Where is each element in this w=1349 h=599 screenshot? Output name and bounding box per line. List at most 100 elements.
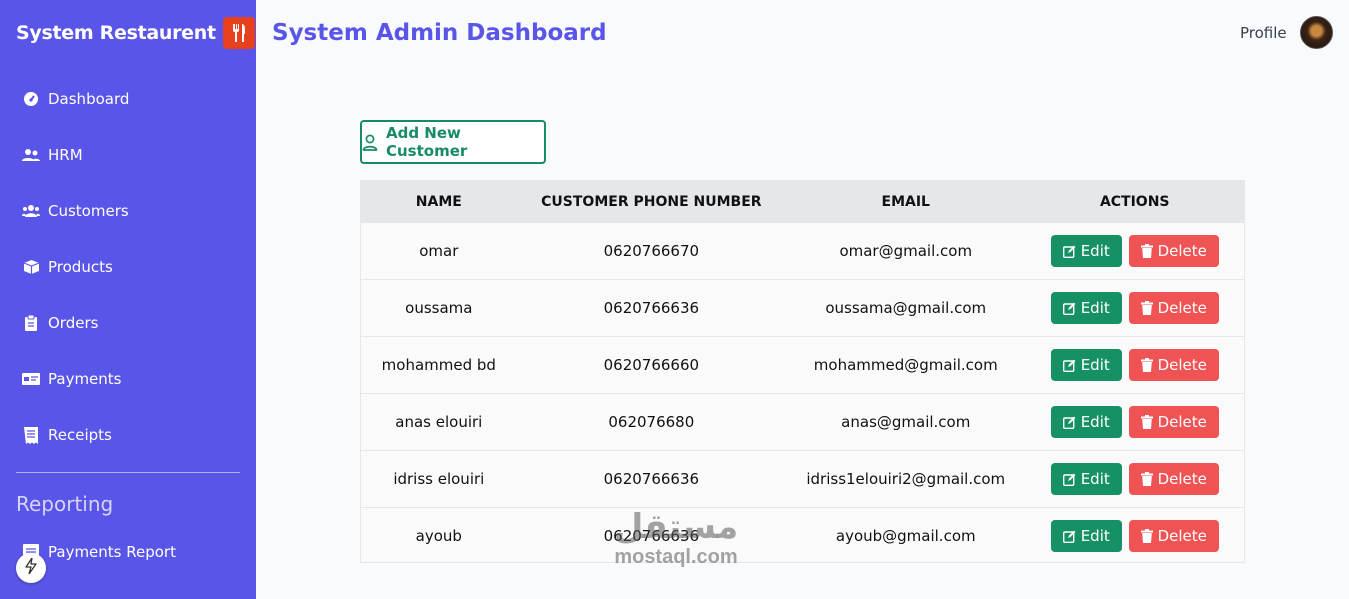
trash-icon [1140,529,1153,543]
row-actions: Edit Delete [1025,463,1244,495]
delete-label: Delete [1157,299,1207,317]
sidebar-item-products[interactable]: Products [22,258,113,276]
table-row: anas elouiri 062076680 anas@gmail.com Ed… [361,393,1244,450]
column-header-actions: ACTIONS [1099,193,1170,210]
sidebar-item-payments[interactable]: Payments [22,370,121,388]
brand[interactable]: System Restaurent [16,17,255,49]
edit-button[interactable]: Edit [1050,349,1122,381]
sidebar-item-label: Payments Report [48,543,176,561]
column-header-phone: CUSTOMER PHONE NUMBER [541,193,762,210]
receipt-icon [22,426,40,444]
customer-email: idriss1elouiri2@gmail.com [806,470,1006,488]
sidebar-section-title: Reporting [16,492,114,516]
trash-icon [1140,472,1153,486]
trash-icon [1140,415,1153,429]
edit-icon [1062,302,1076,315]
clipboard-icon [22,314,40,332]
sidebar-item-label: HRM [48,146,83,164]
table-row: oussama 0620766636 oussama@gmail.com Edi… [361,279,1244,336]
brand-name: System Restaurent [16,22,216,44]
row-actions: Edit Delete [1025,520,1244,552]
sidebar-item-label: Customers [48,202,129,220]
customer-phone: 0620766670 [603,242,700,260]
row-actions: Edit Delete [1025,292,1244,324]
watermark: مستقل mostaql.com [596,508,756,568]
sidebar-item-payments-report[interactable]: Payments Report [22,543,176,561]
sidebar-item-receipts[interactable]: Receipts [22,426,112,444]
delete-button[interactable]: Delete [1128,406,1219,438]
edit-button[interactable]: Edit [1050,406,1122,438]
customer-name: idriss elouiri [393,470,485,488]
customer-email: oussama@gmail.com [825,299,987,317]
watermark-arabic: مستقل [613,507,739,547]
customer-phone: 062076680 [608,413,695,431]
utensils-icon [222,17,255,49]
trash-icon [1140,301,1153,315]
row-actions: Edit Delete [1025,406,1244,438]
delete-button[interactable]: Delete [1128,463,1219,495]
edit-icon [1062,530,1076,543]
delete-label: Delete [1157,527,1207,545]
delete-label: Delete [1157,242,1207,260]
customer-name: omar [419,242,459,260]
profile-link[interactable]: Profile [1240,24,1287,42]
delete-button[interactable]: Delete [1128,349,1219,381]
edit-label: Edit [1080,470,1110,488]
customer-name: mohammed bd [381,356,496,374]
column-header-name: NAME [415,193,462,210]
customer-email: ayoub@gmail.com [835,527,976,545]
sidebar-item-label: Dashboard [48,90,130,108]
edit-button[interactable]: Edit [1050,520,1122,552]
delete-button[interactable]: Delete [1128,292,1219,324]
customer-email: anas@gmail.com [841,413,971,431]
sidebar-item-customers[interactable]: Customers [22,202,129,220]
sidebar-item-hrm[interactable]: HRM [22,146,83,164]
edit-icon [1062,245,1076,258]
delete-label: Delete [1157,470,1207,488]
sidebar-item-label: Orders [48,314,99,332]
table-body: omar 0620766670 omar@gmail.com Edit Dele… [361,222,1244,564]
gauge-icon [22,90,40,108]
column-header-email: EMAIL [881,193,930,210]
sidebar-item-orders[interactable]: Orders [22,314,98,332]
user-group-icon [22,202,40,220]
table-header: NAME CUSTOMER PHONE NUMBER EMAIL ACTIONS [361,181,1244,222]
trash-icon [1140,358,1153,372]
edit-button[interactable]: Edit [1050,235,1122,267]
table-row: mohammed bd 0620766660 mohammed@gmail.co… [361,336,1244,393]
delete-button[interactable]: Delete [1128,520,1219,552]
customer-phone: 0620766636 [603,299,700,317]
row-actions: Edit Delete [1025,349,1244,381]
page-title: System Admin Dashboard [272,20,607,46]
users-icon [22,146,40,164]
edit-button[interactable]: Edit [1050,463,1122,495]
edit-button[interactable]: Edit [1050,292,1122,324]
edit-icon [1062,359,1076,372]
edit-label: Edit [1080,242,1110,260]
customer-email: mohammed@gmail.com [813,356,998,374]
customer-name: oussama [405,299,473,317]
customer-phone: 0620766660 [603,356,700,374]
edit-label: Edit [1080,413,1110,431]
edit-label: Edit [1080,299,1110,317]
lightning-button[interactable] [16,553,46,583]
sidebar-item-dashboard[interactable]: Dashboard [22,90,129,108]
customer-phone: 0620766636 [603,470,700,488]
add-customer-button[interactable]: Add New Customer [360,120,546,164]
edit-label: Edit [1080,527,1110,545]
watermark-latin: mostaql.com [614,546,738,568]
sidebar-divider [16,472,240,473]
delete-label: Delete [1157,356,1207,374]
sidebar-item-label: Payments [48,370,122,388]
avatar[interactable] [1300,16,1333,49]
lightning-icon [25,557,37,578]
customer-name: anas elouiri [395,413,483,431]
edit-label: Edit [1080,356,1110,374]
user-add-icon [362,134,378,151]
delete-button[interactable]: Delete [1128,235,1219,267]
table-row: omar 0620766670 omar@gmail.com Edit Dele… [361,222,1244,279]
edit-icon [1062,473,1076,486]
delete-label: Delete [1157,413,1207,431]
trash-icon [1140,244,1153,258]
table-row: ayoub 0620766636 ayoub@gmail.com Edit De… [361,507,1244,564]
